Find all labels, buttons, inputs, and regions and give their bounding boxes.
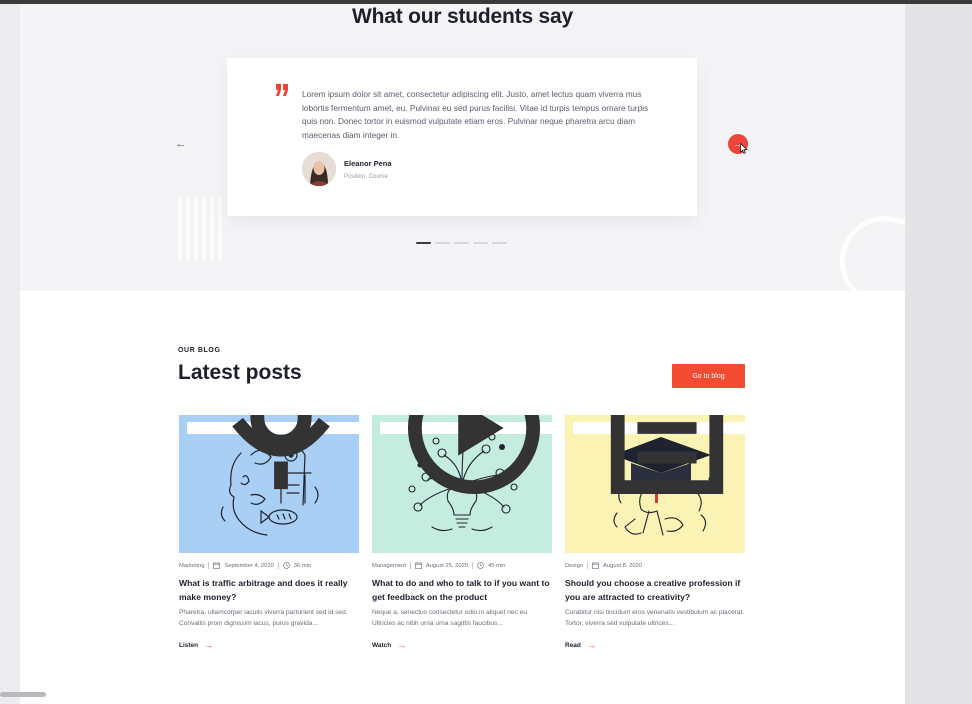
post-type-badge: Video (380, 415, 552, 495)
carousel-dot[interactable] (416, 242, 431, 244)
post-type-badge: Podcast (187, 415, 359, 490)
arrow-right-icon: → (204, 640, 214, 650)
play-icon (407, 415, 541, 495)
post-meta: Management August 25, 2020 45 min (372, 562, 562, 569)
carousel-prev-button[interactable]: ← (161, 126, 201, 162)
post-watch-link[interactable]: Watch → (372, 640, 406, 650)
meta-divider (587, 562, 589, 569)
blog-heading: Latest posts (178, 361, 302, 384)
post-meta: Design August 8, 2020 (565, 562, 755, 569)
calendar-icon (213, 562, 221, 569)
carousel-dot[interactable] (473, 242, 488, 244)
page-gutter (905, 4, 972, 704)
post-listen-link[interactable]: Listen → (179, 640, 213, 650)
carousel-dot[interactable] (435, 242, 450, 244)
carousel-pagination (416, 242, 507, 244)
meta-divider (409, 562, 411, 569)
post-image[interactable]: Podcast (179, 415, 359, 553)
post-category[interactable]: Management (372, 563, 406, 569)
page-content: What our students say ← Lorem ipsum dolo… (20, 4, 905, 704)
meta-divider (472, 562, 474, 569)
post-image[interactable]: Article (565, 415, 745, 553)
post-type-badge: Article (573, 415, 745, 495)
carousel-dot[interactable] (492, 242, 507, 244)
horizontal-scrollbar[interactable] (0, 692, 46, 697)
clock-icon (282, 562, 290, 569)
calendar-icon (414, 562, 422, 569)
post-link-label: Watch (372, 641, 392, 649)
meta-divider (277, 562, 279, 569)
testimonials-section: What our students say ← Lorem ipsum dolo… (20, 4, 905, 306)
meta-divider (208, 562, 210, 569)
post-excerpt: Pharetra, ullamcorper iaculis viverra pa… (179, 609, 348, 628)
arrow-right-icon: → (397, 640, 407, 650)
author-role: Position, Course (344, 174, 389, 180)
post-title[interactable]: What is traffic arbitrage and does it re… (179, 577, 361, 604)
post-date: August 8, 2020 (603, 562, 643, 569)
post-read-link[interactable]: Read → (565, 640, 596, 650)
avatar (302, 152, 336, 186)
arrow-left-icon: ← (175, 138, 187, 150)
post-title[interactable]: What to do and who to talk to if you wan… (372, 577, 554, 604)
clock-icon (477, 562, 484, 569)
post-meta: Marketing September 4, 2020 36 min (179, 562, 369, 569)
go-to-blog-button[interactable]: Go to blog (672, 364, 745, 388)
microphone-icon (232, 415, 330, 490)
post-image[interactable]: Video (372, 415, 552, 553)
mouse-cursor-icon (740, 143, 748, 154)
arrow-right-icon: → (586, 640, 596, 650)
testimonials-heading: What our students say (352, 5, 573, 28)
testimonial-quote: Lorem ipsum dolor sit amet, consectetur … (302, 89, 649, 140)
carousel-dot[interactable] (454, 242, 469, 244)
quote-icon (276, 84, 288, 96)
blog-post-card[interactable]: Article Design August 8, 2020 Should you… (565, 415, 745, 655)
post-excerpt: Neque a, senectus consectetur odio in al… (372, 609, 529, 628)
post-duration: 36 min (293, 562, 312, 569)
post-title[interactable]: Should you choose a creative profession … (565, 577, 747, 604)
blog-post-card[interactable]: Video Management August 25, 2020 45 min … (372, 415, 552, 655)
post-category[interactable]: Marketing (179, 563, 204, 569)
post-link-label: Read (565, 641, 581, 649)
decorative-ring (840, 216, 905, 306)
post-excerpt: Curabitur nisi tincidunt eros venenatis … (565, 609, 745, 628)
author-name: Eleanor Pena (344, 159, 392, 168)
blog-eyebrow: OUR BLOG (178, 347, 221, 354)
post-duration: 45 min (488, 562, 506, 569)
file-icon (610, 415, 724, 495)
blog-post-card[interactable]: Podcast Marketing September 4, 2020 36 m… (179, 415, 359, 655)
post-date: August 25, 2020 (425, 562, 469, 569)
testimonial-card: Lorem ipsum dolor sit amet, consectetur … (227, 58, 697, 216)
carousel-next-button[interactable]: → (718, 126, 758, 162)
post-date: September 4, 2020 (224, 562, 274, 569)
post-link-label: Listen (179, 641, 199, 649)
post-category[interactable]: Design (565, 563, 583, 569)
calendar-icon (592, 562, 599, 569)
